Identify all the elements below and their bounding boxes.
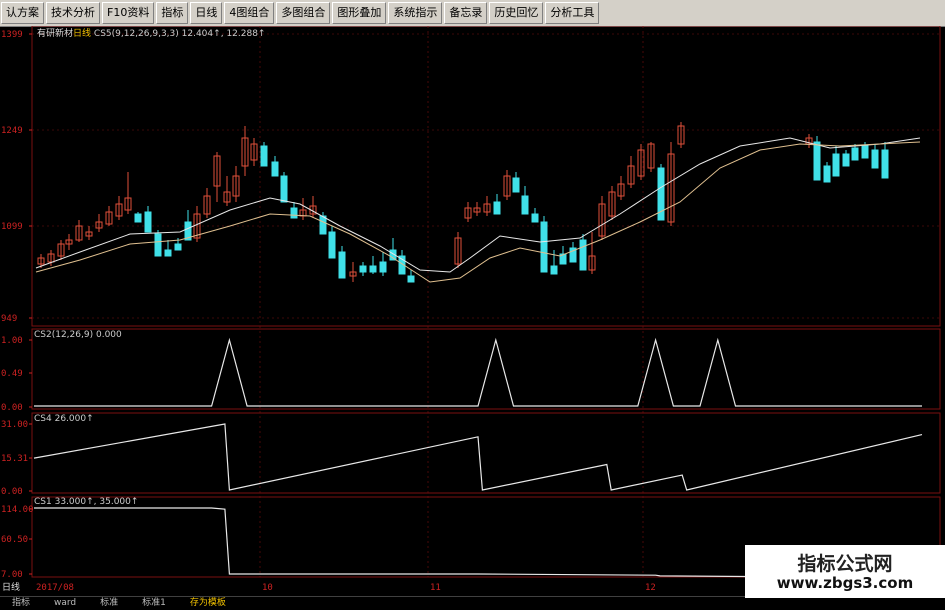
panel-frame-0	[31, 25, 941, 327]
candle-body	[832, 153, 840, 177]
candle-body	[328, 231, 336, 259]
y-tick-label: 0.00	[1, 403, 23, 413]
toolbar-button-1[interactable]: 技术分析	[46, 2, 100, 24]
tab-2[interactable]: 标准	[88, 597, 130, 610]
candle-body	[871, 149, 879, 169]
candle-body	[319, 215, 327, 235]
candle-body	[881, 149, 889, 179]
y-tick-label: 949	[1, 314, 17, 324]
candle-body	[540, 221, 548, 273]
month-label: 11	[430, 583, 441, 593]
indicator-label: CS5(9,12,26,9,3,3)	[93, 29, 179, 39]
period-axis-label: 日线	[2, 581, 20, 593]
candle-body	[512, 177, 520, 193]
candle-body	[531, 213, 539, 223]
tab-bar: 指标 ward 标准 标准1 存为模板	[0, 596, 945, 610]
month-label: 12	[645, 583, 656, 593]
candle-body	[260, 145, 268, 167]
candle-body	[290, 207, 298, 219]
y-tick-label: 1.00	[1, 336, 23, 346]
y-tick-label: 7.00	[1, 570, 23, 580]
month-label: 10	[262, 583, 273, 593]
chart-area: 1399 1249 1099 949 1.00 0.49 0.00 31.00 15.31 0.0…	[0, 25, 945, 596]
y-tick-label: 1399	[1, 30, 23, 40]
stock-name: 有研新材	[37, 29, 74, 39]
tab-4[interactable]: 存为模板	[178, 597, 238, 610]
candle-body	[379, 261, 387, 273]
cs1-value1: 33.000↑,	[54, 497, 97, 507]
toolbar-button-5[interactable]: 4图组合	[224, 2, 275, 24]
toolbar-button-7[interactable]: 图形叠加	[332, 2, 387, 24]
candle-body	[407, 275, 415, 283]
tab-3[interactable]: 标准1	[130, 597, 178, 610]
date-start-label: 2017/08	[36, 583, 74, 593]
candle-body	[851, 147, 859, 161]
candle-body	[144, 211, 152, 233]
toolbar-button-10[interactable]: 历史回忆	[489, 2, 544, 24]
candle-body	[271, 161, 279, 177]
y-tick-label: 1249	[1, 126, 23, 136]
candle-body	[154, 233, 162, 257]
panel-frame-1	[31, 328, 941, 410]
watermark-url: www.zbgs3.com	[776, 574, 914, 592]
y-tick-label: 60.50	[1, 535, 28, 545]
chart-svg: 1399 1249 1099 949 1.00 0.49 0.00 31.00 15.31 0.0…	[1, 25, 941, 593]
panel-frame-2	[31, 412, 941, 494]
toolbar-button-2[interactable]: F10资料	[102, 2, 155, 24]
watermark: 指标公式网 www.zbgs3.com	[745, 545, 945, 598]
candle-body	[861, 145, 869, 159]
y-tick-label: 114.00	[1, 505, 34, 515]
main-legend: 有研新材日线 CS5(9,12,26,9,3,3) 12.404↑, 12.28…	[37, 29, 266, 39]
y-tick-label: 0.49	[1, 369, 23, 379]
candle-body	[338, 251, 346, 279]
candle-body	[842, 153, 850, 167]
cs2-value: 0.000	[95, 330, 122, 340]
candle-body	[369, 265, 377, 273]
toolbar-button-11[interactable]: 分析工具	[545, 2, 600, 24]
candle-body	[813, 141, 821, 181]
candle-body	[493, 201, 501, 215]
candle-body	[174, 243, 182, 251]
y-tick-label: 31.00	[1, 420, 28, 430]
cs2-label: CS2(12,26,9)	[34, 330, 94, 340]
candle-body	[280, 175, 288, 203]
watermark-title: 指标公式网	[797, 553, 893, 575]
candle-body	[579, 239, 587, 271]
indicator-value2: 12.288↑	[226, 29, 266, 39]
cs1-value2: 35.000↑	[99, 497, 139, 507]
cs4-label: CS4	[34, 414, 52, 424]
candle-body	[823, 165, 831, 183]
indicator-value1: 12.404↑	[181, 29, 221, 39]
toolbar-button-0[interactable]: 认方案	[1, 2, 44, 24]
y-tick-label: 15.31	[1, 454, 28, 464]
toolbar-button-9[interactable]: 备忘录	[444, 2, 488, 24]
toolbar-button-4[interactable]: 日线	[190, 2, 223, 24]
y-tick-label: 1099	[1, 222, 23, 232]
candle-body	[164, 249, 172, 257]
series-line-cs4	[33, 423, 923, 491]
y-tick-label: 0.00	[1, 487, 23, 497]
tab-0[interactable]: 指标	[0, 597, 42, 610]
candle-body	[521, 195, 529, 215]
cs4-legend: CS4 26.000↑	[34, 414, 94, 424]
cs1-label: CS1	[34, 497, 52, 507]
toolbar: 认方案 技术分析 F10资料 指标 日线 4图组合 多图组合 图形叠加 系统指示 备忘录 历史回忆分…	[0, 0, 945, 27]
cs2-legend: CS2(12,26,9) 0.000	[34, 330, 122, 340]
series-line-cs2	[34, 337, 922, 407]
candle-body	[359, 265, 367, 273]
period-label: 日线	[73, 29, 92, 39]
toolbar-button-6[interactable]: 多图组合	[276, 2, 331, 24]
candle-body	[550, 265, 558, 275]
cs4-value: 26.000↑	[54, 414, 94, 424]
cs1-legend: CS1 33.000↑, 35.000↑	[34, 497, 138, 507]
toolbar-button-3[interactable]: 指标	[156, 2, 189, 24]
toolbar-button-8[interactable]: 系统指示	[388, 2, 443, 24]
tab-1[interactable]: ward	[42, 597, 88, 610]
candle-body	[134, 213, 142, 223]
